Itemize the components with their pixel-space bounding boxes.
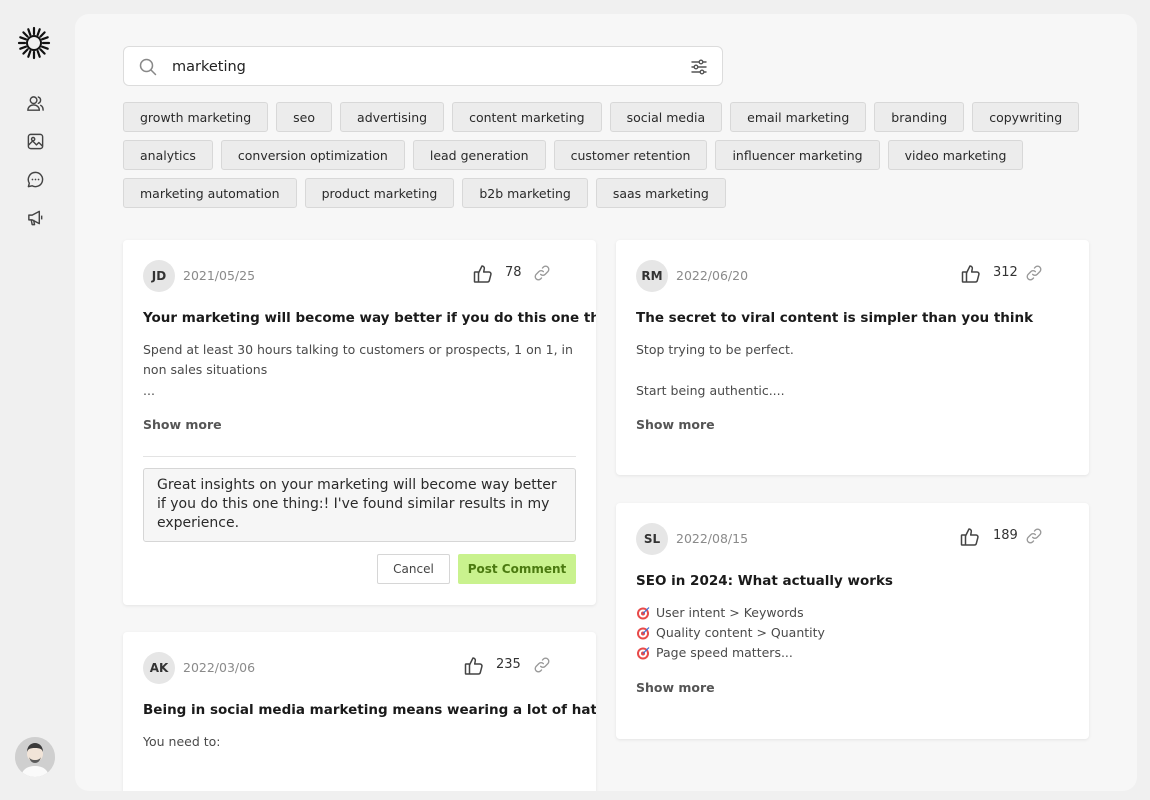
search-input[interactable] (172, 55, 672, 79)
link-icon[interactable] (533, 264, 551, 282)
tag-chip[interactable]: copywriting (972, 102, 1080, 132)
tag-chip[interactable]: marketing automation (123, 178, 297, 208)
list-item-text: User intent > Keywords (656, 605, 804, 620)
nav-image-icon[interactable] (24, 130, 46, 152)
target-icon (637, 647, 650, 660)
target-icon (637, 607, 650, 620)
tag-row: marketing automation product marketing b… (123, 178, 1083, 208)
sunburst-logo-icon[interactable] (17, 26, 51, 60)
tag-chip[interactable]: content marketing (452, 102, 602, 132)
list-item-text: Quality content > Quantity (656, 625, 825, 640)
search-icon (139, 58, 157, 76)
nav-megaphone-icon[interactable] (24, 206, 46, 228)
post-title: Being in social media marketing means we… (143, 702, 596, 718)
post-body: User intent > Keywords Quality content >… (636, 603, 1069, 663)
author-avatar[interactable]: JD (143, 260, 175, 292)
link-icon[interactable] (1025, 527, 1043, 545)
post-card: SL 2022/08/15 189 SEO in 2024: What actu… (616, 503, 1089, 739)
show-more-link[interactable]: Show more (636, 417, 715, 432)
post-title: Your marketing will become way better if… (143, 310, 596, 326)
tag-chip[interactable]: analytics (123, 140, 213, 170)
thumbs-up-icon[interactable] (960, 263, 982, 285)
post-body: You need to: (143, 734, 221, 749)
like-count: 235 (496, 657, 521, 672)
post-date: 2022/06/20 (676, 268, 749, 283)
tag-chip[interactable]: branding (874, 102, 965, 132)
post-header: RM 2022/06/20 312 (636, 260, 1065, 292)
tag-chip[interactable]: conversion optimization (220, 140, 405, 170)
divider (143, 456, 576, 457)
post-date: 2022/08/15 (676, 531, 749, 546)
thumbs-up-icon[interactable] (959, 526, 981, 548)
tag-chip[interactable]: saas marketing (595, 178, 726, 208)
like-count: 78 (505, 265, 522, 280)
tag-chip[interactable]: advertising (340, 102, 445, 132)
post-date: 2021/05/25 (183, 268, 256, 283)
tag-row: growth marketing seo advertising content… (123, 102, 1083, 132)
main-panel: growth marketing seo advertising content… (75, 14, 1137, 791)
post-header: JD 2021/05/25 78 (143, 260, 572, 292)
sidebar (0, 0, 70, 800)
post-body: Start being authentic.... (636, 383, 785, 398)
post-ellipsis: ... (143, 383, 155, 398)
link-icon[interactable] (1025, 264, 1043, 282)
tag-chip[interactable]: customer retention (553, 140, 708, 170)
post-title: The secret to viral content is simpler t… (636, 310, 1034, 326)
comment-input[interactable] (143, 468, 576, 542)
tag-chip[interactable]: video marketing (887, 140, 1024, 170)
post-card: RM 2022/06/20 312 The secret to viral co… (616, 240, 1089, 475)
post-title: SEO in 2024: What actually works (636, 573, 893, 589)
list-item: Page speed matters... (636, 643, 1069, 663)
cancel-button[interactable]: Cancel (377, 554, 450, 584)
list-item: Quality content > Quantity (636, 623, 1069, 643)
tag-list: growth marketing seo advertising content… (123, 102, 1083, 216)
tag-chip[interactable]: social media (609, 102, 723, 132)
tag-chip[interactable]: product marketing (304, 178, 455, 208)
author-avatar[interactable]: RM (636, 260, 668, 292)
post-header: SL 2022/08/15 189 (636, 523, 1065, 555)
like-count: 189 (993, 528, 1018, 543)
post-body: Stop trying to be perfect. (636, 342, 794, 357)
list-item-text: Page speed matters... (656, 645, 793, 660)
user-avatar[interactable] (15, 737, 55, 777)
search-bar (123, 46, 723, 86)
author-avatar[interactable]: AK (143, 652, 175, 684)
like-count: 312 (993, 265, 1018, 280)
tag-chip[interactable]: growth marketing (123, 102, 269, 132)
link-icon[interactable] (533, 656, 551, 674)
nav-chat-icon[interactable] (24, 168, 46, 190)
author-avatar[interactable]: SL (636, 523, 668, 555)
show-more-link[interactable]: Show more (143, 417, 222, 432)
nav-users-icon[interactable] (24, 92, 46, 114)
post-body: Spend at least 30 hours talking to custo… (143, 342, 573, 377)
thumbs-up-icon[interactable] (472, 263, 494, 285)
tag-row: analytics conversion optimization lead g… (123, 140, 1083, 170)
post-header: AK 2022/03/06 235 (143, 652, 572, 684)
post-card: JD 2021/05/25 78 Your marketing will bec… (123, 240, 596, 605)
post-card: AK 2022/03/06 235 Being in social media … (123, 632, 596, 791)
tag-chip[interactable]: b2b marketing (462, 178, 588, 208)
target-icon (637, 627, 650, 640)
tag-chip[interactable]: influencer marketing (715, 140, 880, 170)
post-date: 2022/03/06 (183, 660, 256, 675)
thumbs-up-icon[interactable] (463, 655, 485, 677)
tag-chip[interactable]: lead generation (412, 140, 546, 170)
tag-chip[interactable]: seo (276, 102, 333, 132)
show-more-link[interactable]: Show more (636, 680, 715, 695)
post-comment-button[interactable]: Post Comment (458, 554, 576, 584)
list-item: User intent > Keywords (636, 603, 1069, 623)
tag-chip[interactable]: email marketing (730, 102, 867, 132)
filter-sliders-icon[interactable] (689, 57, 709, 77)
